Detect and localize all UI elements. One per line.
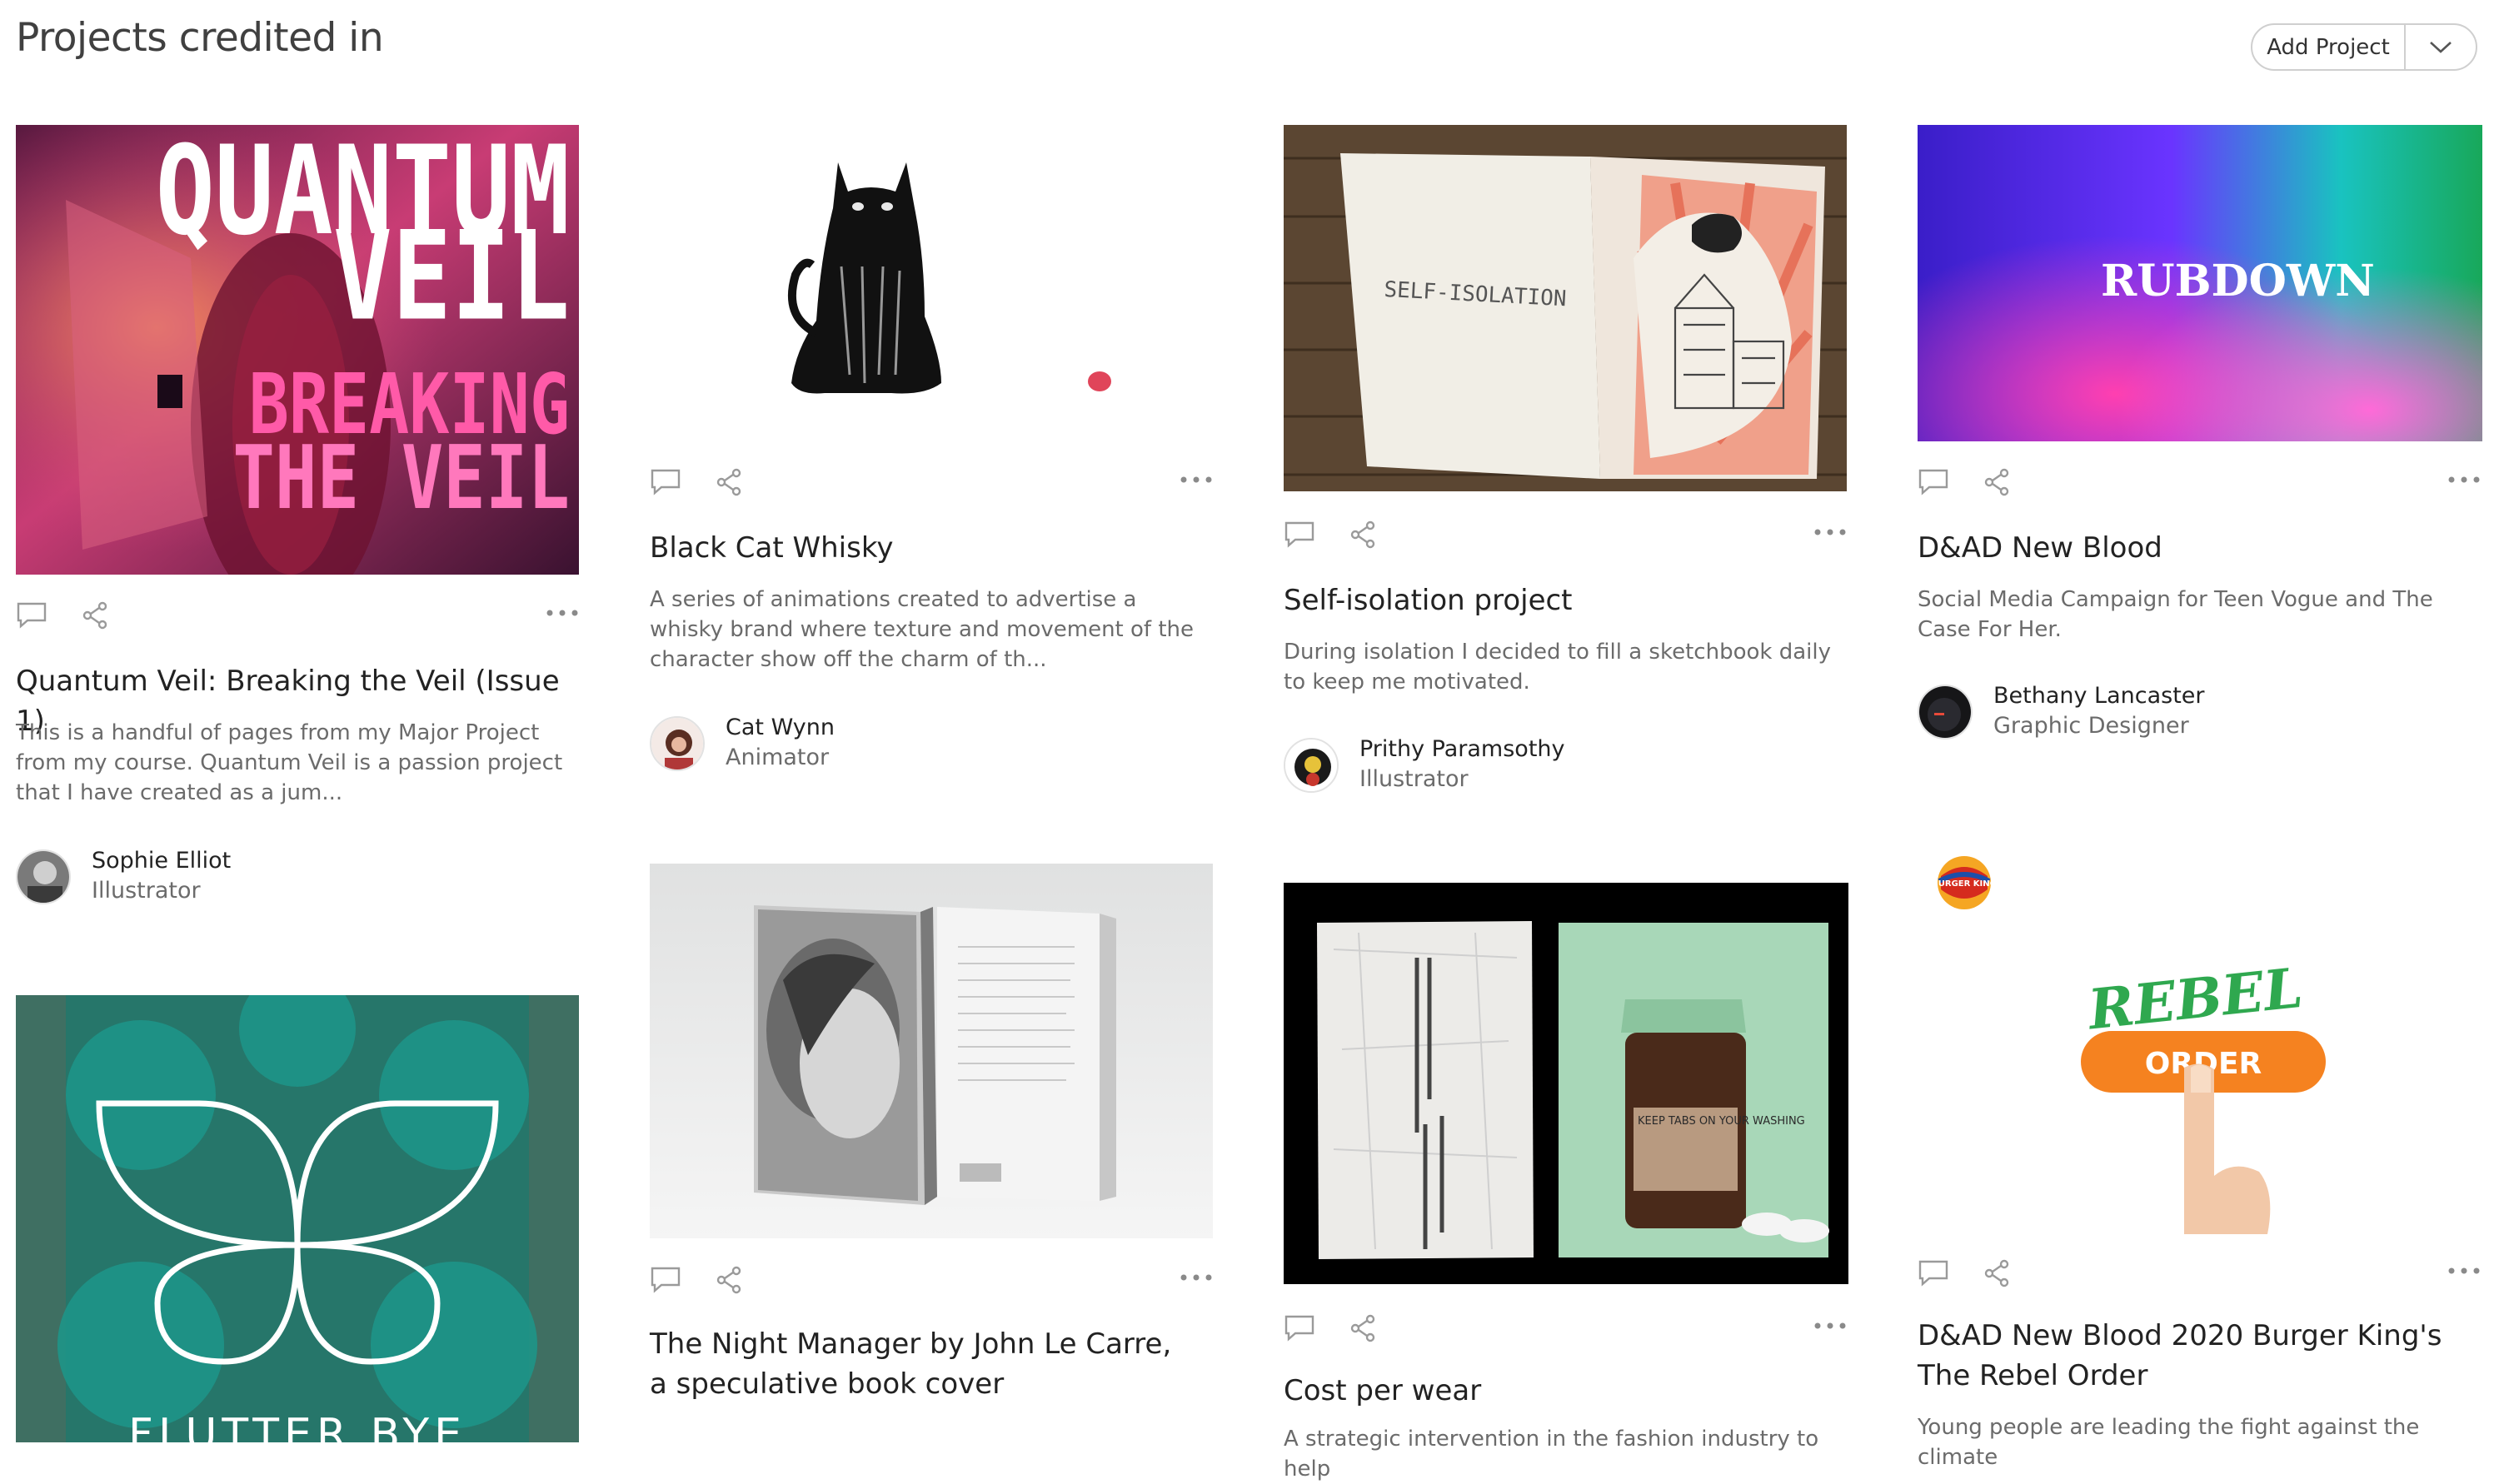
comment-icon[interactable] <box>1918 468 1951 500</box>
comment-icon[interactable] <box>650 468 683 500</box>
author-name[interactable]: Cat Wynn <box>726 715 835 740</box>
share-icon[interactable] <box>1350 520 1379 552</box>
project-title[interactable]: Cost per wear <box>1284 1371 1847 1411</box>
chevron-down-icon[interactable] <box>2406 40 2476 55</box>
author-name[interactable]: Sophie Elliot <box>92 848 231 874</box>
project-title[interactable]: Self-isolation project <box>1284 580 1847 620</box>
burger-king-logo-text: BURGER KING <box>1932 879 1997 889</box>
project-title[interactable]: D&AD New Blood <box>1918 528 2481 568</box>
label-text: KEEP TABS ON YOUR WASHING <box>1638 1115 1805 1128</box>
project-thumbnail-black-cat-whisky[interactable] <box>650 125 1213 441</box>
project-author[interactable]: Sophie Elliot Illustrator <box>16 846 579 908</box>
card-actions <box>1284 1314 1847 1342</box>
page-title: Projects credited in <box>16 15 384 61</box>
avatar[interactable] <box>1284 738 1339 793</box>
avatar[interactable] <box>1918 685 1973 740</box>
author-name[interactable]: Prithy Paramsothy <box>1359 736 1565 762</box>
author-role: Illustrator <box>1359 766 1469 792</box>
comment-icon[interactable] <box>650 1266 683 1297</box>
comment-icon[interactable] <box>1284 520 1317 552</box>
more-options-icon[interactable] <box>1813 1317 1847 1333</box>
project-title[interactable]: The Night Manager by John Le Carre, a sp… <box>650 1324 1183 1404</box>
more-options-icon[interactable] <box>1180 471 1213 487</box>
card-actions <box>650 468 1213 496</box>
author-name[interactable]: Bethany Lancaster <box>1993 683 2205 709</box>
card-actions <box>650 1266 1213 1294</box>
project-title[interactable]: D&AD New Blood 2020 Burger King's The Re… <box>1918 1316 2482 1396</box>
more-options-icon[interactable] <box>1813 524 1847 540</box>
share-icon[interactable] <box>1350 1314 1379 1346</box>
card-actions <box>1284 520 1847 549</box>
share-icon[interactable] <box>1984 468 2013 500</box>
project-title[interactable]: Black Cat Whisky <box>650 528 1213 568</box>
card-actions <box>1918 1259 2481 1287</box>
more-options-icon[interactable] <box>546 605 579 620</box>
project-author[interactable]: Prithy Paramsothy Illustrator <box>1284 735 1847 796</box>
project-author[interactable]: Bethany Lancaster Graphic Designer <box>1918 681 2481 743</box>
project-description: During isolation I decided to fill a ske… <box>1284 640 1831 695</box>
comment-icon[interactable] <box>16 601 49 633</box>
project-description: Young people are leading the fight again… <box>1918 1415 2420 1470</box>
avatar[interactable] <box>16 849 71 904</box>
share-icon[interactable] <box>82 601 111 633</box>
project-thumbnail-dad-new-blood[interactable]: RUBDOWN <box>1918 125 2482 441</box>
project-thumbnail-self-isolation[interactable]: SELF-ISOLATION <box>1284 125 1847 491</box>
author-role: Graphic Designer <box>1993 713 2189 739</box>
rubdown-logo-text: RUBDOWN <box>2101 256 2375 306</box>
project-author[interactable]: Cat Wynn Animator <box>650 713 1213 774</box>
more-options-icon[interactable] <box>2447 1262 2481 1278</box>
share-icon[interactable] <box>716 468 745 500</box>
cover-title: FLUTTER BYE <box>128 1410 466 1442</box>
share-icon[interactable] <box>1984 1259 2013 1291</box>
project-thumbnail-night-manager[interactable] <box>650 864 1213 1238</box>
more-options-icon[interactable] <box>1180 1269 1213 1285</box>
comment-icon[interactable] <box>1918 1259 1951 1291</box>
share-icon[interactable] <box>716 1266 745 1297</box>
card-actions <box>1918 468 2481 496</box>
author-role: Illustrator <box>92 878 201 904</box>
project-description: Social Media Campaign for Teen Vogue and… <box>1918 587 2433 642</box>
avatar[interactable] <box>650 716 705 771</box>
project-thumbnail-cost-per-wear[interactable]: KEEP TABS ON YOUR WASHING <box>1284 883 1848 1284</box>
card-actions <box>16 601 579 630</box>
add-project-button[interactable]: Add Project <box>2251 23 2477 71</box>
author-role: Animator <box>726 744 830 770</box>
project-thumbnail-quantum-veil[interactable]: QUANTUM VEIL BREAKING THE VEIL <box>16 125 579 575</box>
cover-word-2: VEIL <box>333 206 570 348</box>
add-project-label: Add Project <box>2267 34 2390 60</box>
comment-icon[interactable] <box>1284 1314 1317 1346</box>
project-thumbnail-rebel-order[interactable]: BURGER KING REBEL ORDER <box>1918 843 2482 1234</box>
cover-word-4: THE VEIL <box>232 428 570 529</box>
project-thumbnail-butterfly[interactable]: FLUTTER BYE <box>16 995 579 1442</box>
project-description: A series of animations created to advert… <box>650 587 1195 672</box>
project-description: This is a handful of pages from my Major… <box>16 720 563 805</box>
project-description: A strategic intervention in the fashion … <box>1284 1427 1819 1482</box>
more-options-icon[interactable] <box>2447 471 2481 487</box>
